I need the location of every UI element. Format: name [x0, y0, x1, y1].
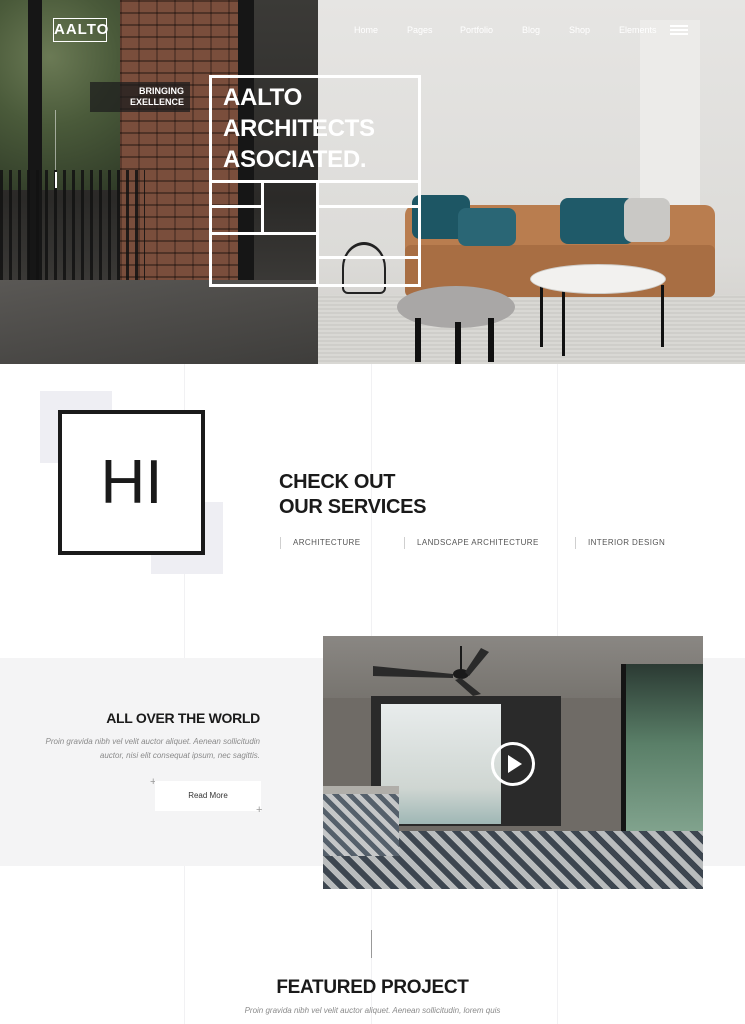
nav-item-shop[interactable]: Shop — [569, 25, 590, 35]
services-title: CHECK OUT OUR SERVICES — [279, 470, 426, 520]
pouf-leg — [488, 318, 494, 362]
frame-line — [316, 205, 421, 208]
table-leg — [562, 290, 565, 356]
frame-line — [209, 205, 264, 208]
services-title-line: OUR SERVICES — [279, 496, 427, 518]
nav-item-home[interactable]: Home — [354, 25, 378, 35]
hi-box: HI — [58, 410, 205, 555]
hero-title-line: ASOCIATED. — [223, 146, 367, 173]
balcony-floor — [0, 280, 318, 364]
hi-text: HI — [100, 448, 163, 517]
video-thumbnail[interactable] — [323, 636, 703, 889]
hero-tagline-line: BRINGING — [139, 86, 184, 96]
section-divider — [371, 930, 372, 958]
plus-icon: + — [256, 804, 263, 816]
service-link-landscape-architecture[interactable]: LANDSCAPE ARCHITECTURE — [404, 537, 539, 549]
carpet — [318, 295, 745, 364]
table-leg — [661, 285, 664, 347]
nav-item-blog[interactable]: Blog — [522, 25, 540, 35]
coffee-table — [530, 264, 666, 294]
read-more-button[interactable]: Read More — [155, 781, 261, 811]
world-body: Proin gravida nibh vel velit auctor aliq… — [45, 737, 261, 760]
hero-tagline: BRINGING EXELLENCE — [90, 82, 190, 112]
pillow — [560, 198, 634, 244]
nav-item-pages[interactable]: Pages — [407, 25, 433, 35]
hero-title-line: ARCHITECTS — [223, 115, 375, 142]
featured-body: Proin gravida nibh vel velit auctor aliq… — [244, 1006, 501, 1015]
service-link-interior-design[interactable]: INTERIOR DESIGN — [575, 537, 665, 549]
nav-item-portfolio[interactable]: Portfolio — [460, 25, 493, 35]
frame-line — [316, 256, 421, 259]
pouf-leg — [415, 318, 421, 362]
featured-title: FEATURED PROJECT — [276, 977, 469, 998]
hero-title-line: AALTO — [223, 84, 302, 111]
frame-line — [209, 232, 319, 235]
pillow — [458, 208, 516, 246]
video-opening — [381, 704, 501, 824]
table-leg — [540, 285, 543, 347]
pouf-leg — [455, 322, 461, 364]
ceiling-fan-icon — [373, 646, 489, 696]
hero-title: AALTO ARCHITECTS ASOCIATED. — [223, 82, 375, 175]
play-icon[interactable] — [491, 742, 535, 786]
hero-tagline-line: EXELLENCE — [129, 97, 184, 107]
scroll-indicator[interactable] — [55, 172, 57, 188]
video-counter — [323, 786, 399, 856]
scroll-track — [55, 110, 56, 170]
services-title-line: CHECK OUT — [279, 471, 396, 493]
hamburger-menu-icon[interactable] — [670, 25, 688, 35]
service-link-architecture[interactable]: ARCHITECTURE — [280, 537, 360, 549]
pillow — [624, 198, 670, 242]
world-title: ALL OVER THE WORLD — [106, 710, 260, 726]
logo[interactable]: AALTO — [53, 18, 108, 42]
nav-item-elements[interactable]: Elements — [619, 25, 657, 35]
frame-line — [209, 180, 421, 183]
